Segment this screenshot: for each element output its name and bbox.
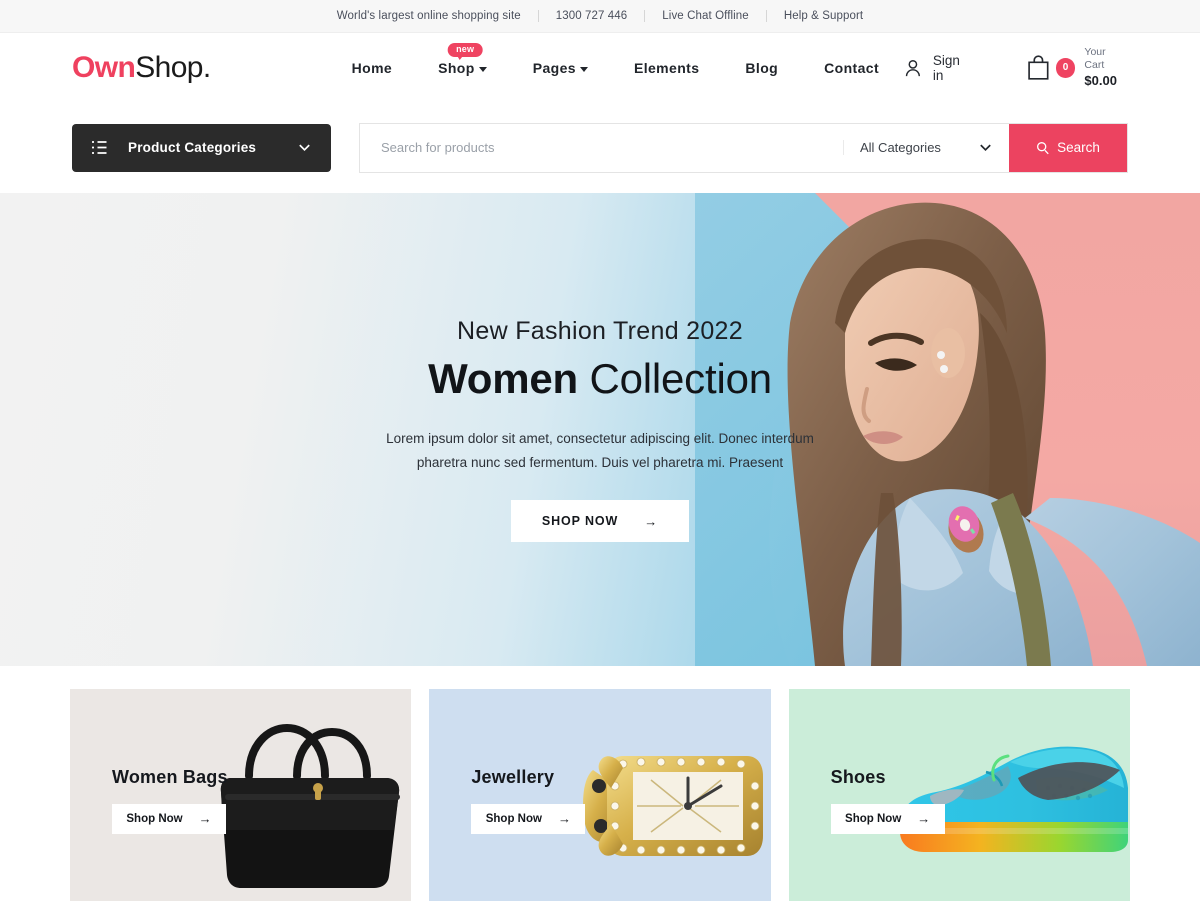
card-title: Women Bags [112, 766, 228, 787]
hero-shop-now-label: SHOP NOW [541, 514, 619, 529]
sign-in-label: Sign in [932, 52, 960, 83]
search-row: Product Categories All Categories Search [0, 102, 1200, 193]
topbar-help-support[interactable]: Help & Support [767, 10, 880, 22]
hero-title-light: Collection [589, 354, 772, 402]
new-badge: new [448, 42, 483, 60]
cart-total-price: $0.00 [1084, 72, 1117, 88]
user-icon [905, 59, 921, 76]
handbag-illustration [221, 723, 401, 888]
hero-description: Lorem ipsum dolor sit amet, consectetur … [386, 430, 814, 470]
hero-shop-now-button[interactable]: SHOP NOW → [510, 500, 690, 543]
search-button[interactable]: Search [1009, 123, 1127, 172]
nav-label: Pages [532, 59, 576, 76]
nav-label: Shop [438, 59, 475, 76]
cart-button[interactable]: 0 Your Cart $0.00 [1026, 46, 1128, 89]
category-select-wrapper: All Categories [843, 124, 1009, 172]
watch-image [571, 728, 771, 883]
card-shop-now-button[interactable]: Shop Now → [471, 803, 586, 834]
category-card-jewellery[interactable]: Jewellery Shop Now → [429, 689, 771, 901]
category-cards: Women Bags Shop Now → Jewellery Shop Now… [0, 666, 1200, 901]
search-bar: All Categories Search [359, 122, 1128, 173]
arrow-right-icon: → [644, 513, 659, 529]
site-logo[interactable]: OwnShop. [72, 50, 211, 84]
product-categories-button[interactable]: Product Categories [72, 123, 331, 172]
card-shop-now-button[interactable]: Shop Now → [830, 803, 945, 834]
cart-labels: Your Cart $0.00 [1084, 46, 1128, 89]
card-title: Jewellery [471, 766, 555, 787]
sneaker-illustration [899, 746, 1128, 852]
hero-title: Women Collection [428, 355, 772, 403]
logo-text-shop: Shop. [135, 50, 211, 84]
nav-label: Contact [824, 59, 880, 76]
chevron-down-icon [299, 144, 310, 152]
topbar-phone[interactable]: 1300 727 446 [539, 10, 645, 22]
site-header: OwnShop. Home new Shop Pages Elements Bl… [0, 33, 1200, 102]
top-bar-items: World's largest online shopping site 130… [320, 10, 880, 22]
handbag-image [201, 706, 411, 901]
card-shop-now-label: Shop Now [485, 812, 542, 825]
cart-count-badge: 0 [1055, 57, 1076, 78]
search-button-label: Search [1057, 140, 1100, 155]
nav-item-pages[interactable]: Pages [510, 60, 611, 76]
category-select[interactable]: All Categories [843, 140, 1009, 155]
top-announcement-bar: World's largest online shopping site 130… [0, 0, 1200, 33]
list-icon [92, 141, 107, 154]
card-shop-now-button[interactable]: Shop Now → [112, 803, 226, 834]
nav-item-contact[interactable]: Contact [801, 60, 902, 76]
nav-item-elements[interactable]: Elements [611, 60, 722, 76]
gold-watch-illustration [582, 756, 763, 856]
category-card-shoes[interactable]: Shoes Shop Now → [788, 689, 1130, 901]
nav-item-shop[interactable]: new Shop [415, 42, 510, 76]
search-input[interactable] [360, 123, 843, 172]
topbar-tagline: World's largest online shopping site [336, 10, 521, 22]
header-actions: Sign in 0 Your Cart $0.00 [902, 46, 1128, 89]
nav-label: Elements [633, 59, 700, 76]
category-card-women-bags[interactable]: Women Bags Shop Now → [70, 689, 412, 901]
card-shop-now-label: Shop Now [845, 812, 902, 825]
nav-item-home[interactable]: Home [329, 60, 416, 76]
card-title: Shoes [830, 766, 886, 787]
nav-item-blog[interactable]: Blog [722, 60, 801, 76]
nav-label: Home [351, 59, 393, 76]
sign-in-button[interactable]: Sign in [902, 53, 974, 83]
cart-title: Your Cart [1084, 46, 1106, 72]
search-icon [1037, 141, 1049, 154]
arrow-right-icon: → [198, 811, 212, 826]
sneaker-image [890, 726, 1130, 871]
topbar-live-chat[interactable]: Live Chat Offline [645, 10, 766, 22]
hero-subtitle: New Fashion Trend 2022 [457, 316, 743, 345]
hero-banner: New Fashion Trend 2022 Women Collection … [0, 193, 1200, 666]
logo-text-own: Own [72, 50, 136, 84]
hero-content: New Fashion Trend 2022 Women Collection … [0, 193, 1200, 666]
card-shop-now-label: Shop Now [126, 812, 183, 825]
chevron-down-icon [579, 66, 588, 72]
arrow-right-icon: → [917, 811, 931, 826]
arrow-right-icon: → [557, 811, 571, 826]
main-navigation: Home new Shop Pages Elements Blog Contac… [329, 42, 902, 76]
product-categories-label: Product Categories [128, 140, 257, 155]
shopping-bag-icon [1028, 55, 1049, 80]
nav-label: Blog [745, 59, 779, 76]
chevron-down-icon [478, 66, 487, 72]
hero-title-bold: Women [428, 354, 578, 402]
